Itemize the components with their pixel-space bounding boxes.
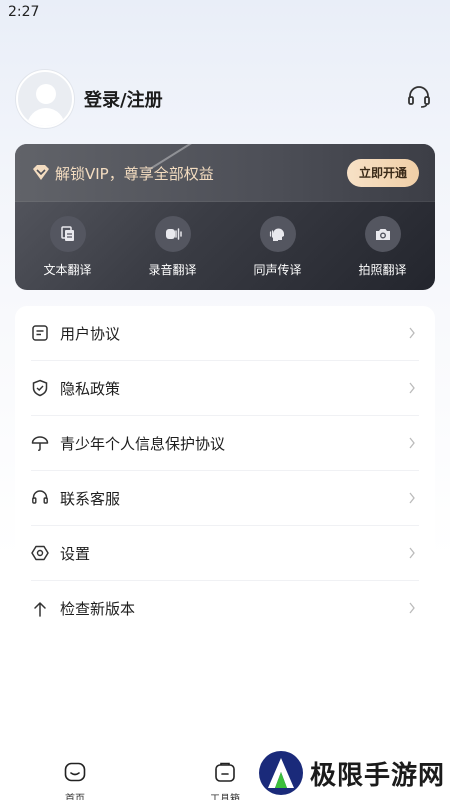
vip-diamond-icon	[31, 164, 51, 182]
feature-simultaneous-interpret[interactable]: 同声传译	[233, 216, 323, 278]
vip-banner: 解锁VIP，尊享全部权益 立即开通	[15, 144, 435, 202]
document-icon	[31, 324, 49, 342]
chevron-right-icon	[407, 545, 417, 559]
profile-header[interactable]: 登录/注册	[16, 70, 163, 128]
login-register-link[interactable]: 登录/注册	[84, 86, 163, 112]
chevron-right-icon	[407, 325, 417, 339]
feature-photo-translate[interactable]: 拍照翻译	[338, 216, 428, 278]
menu-item-label: 青少年个人信息保护协议	[60, 434, 226, 453]
status-bar-time: 2:27	[8, 4, 40, 20]
feature-text-translate[interactable]: 文本翻译	[23, 216, 113, 278]
watermark-text: 极限手游网	[310, 760, 446, 791]
feature-label: 同声传译	[253, 263, 302, 277]
avatar-body-shape	[27, 108, 65, 126]
vip-card: 解锁VIP，尊享全部权益 立即开通 文本翻译 录音翻译 同声传译 拍照翻译	[15, 144, 435, 290]
shield-check-icon	[31, 379, 49, 397]
menu-item-label: 设置	[60, 544, 91, 563]
settings-menu: 用户协议 隐私政策 青少年个人信息保护协议 联系客服 设置 检查新版本	[15, 306, 435, 648]
nav-label: 首页	[65, 794, 85, 800]
nav-item-home[interactable]: 首页	[45, 760, 105, 800]
menu-item-user-agreement[interactable]: 用户协议	[31, 306, 419, 361]
avatar[interactable]	[16, 70, 74, 128]
customer-support-icon[interactable]	[406, 84, 432, 110]
menu-item-privacy-policy[interactable]: 隐私政策	[31, 361, 419, 416]
arrow-up-icon	[31, 600, 49, 618]
watermark: 极限手游网	[258, 750, 445, 796]
menu-item-label: 隐私政策	[60, 379, 121, 398]
hexagon-gear-icon	[31, 544, 49, 562]
umbrella-icon	[31, 434, 49, 452]
voice-record-icon	[154, 216, 191, 252]
home-smile-icon	[64, 762, 86, 782]
menu-item-settings[interactable]: 设置	[31, 526, 419, 581]
menu-item-label: 检查新版本	[60, 600, 136, 618]
vip-open-button[interactable]: 立即开通	[347, 159, 419, 187]
chevron-right-icon	[407, 490, 417, 504]
vip-title: 解锁VIP，尊享全部权益	[55, 165, 214, 183]
feature-label: 文本翻译	[43, 263, 92, 277]
document-translate-icon	[49, 216, 86, 252]
avatar-head-shape	[36, 84, 56, 104]
feature-label: 拍照翻译	[358, 263, 407, 277]
toolbox-icon	[215, 762, 235, 782]
menu-item-youth-privacy[interactable]: 青少年个人信息保护协议	[31, 416, 419, 471]
camera-icon	[364, 216, 401, 252]
chevron-right-icon	[407, 380, 417, 394]
menu-item-check-update[interactable]: 检查新版本	[31, 581, 419, 636]
nav-label: 工具箱	[210, 794, 240, 800]
menu-item-label: 用户协议	[60, 324, 121, 343]
menu-item-label: 联系客服	[60, 489, 121, 508]
watermark-logo-icon	[259, 751, 303, 795]
feature-voice-translate[interactable]: 录音翻译	[128, 216, 218, 278]
nav-item-toolbox[interactable]: 工具箱	[195, 760, 255, 800]
vip-feature-list: 文本翻译 录音翻译 同声传译 拍照翻译	[15, 202, 435, 278]
feature-label: 录音翻译	[148, 263, 197, 277]
chevron-right-icon	[407, 600, 417, 614]
speaker-head-icon	[259, 216, 296, 252]
chevron-right-icon	[407, 435, 417, 449]
menu-item-contact-support[interactable]: 联系客服	[31, 471, 419, 526]
headset-icon	[31, 489, 49, 507]
